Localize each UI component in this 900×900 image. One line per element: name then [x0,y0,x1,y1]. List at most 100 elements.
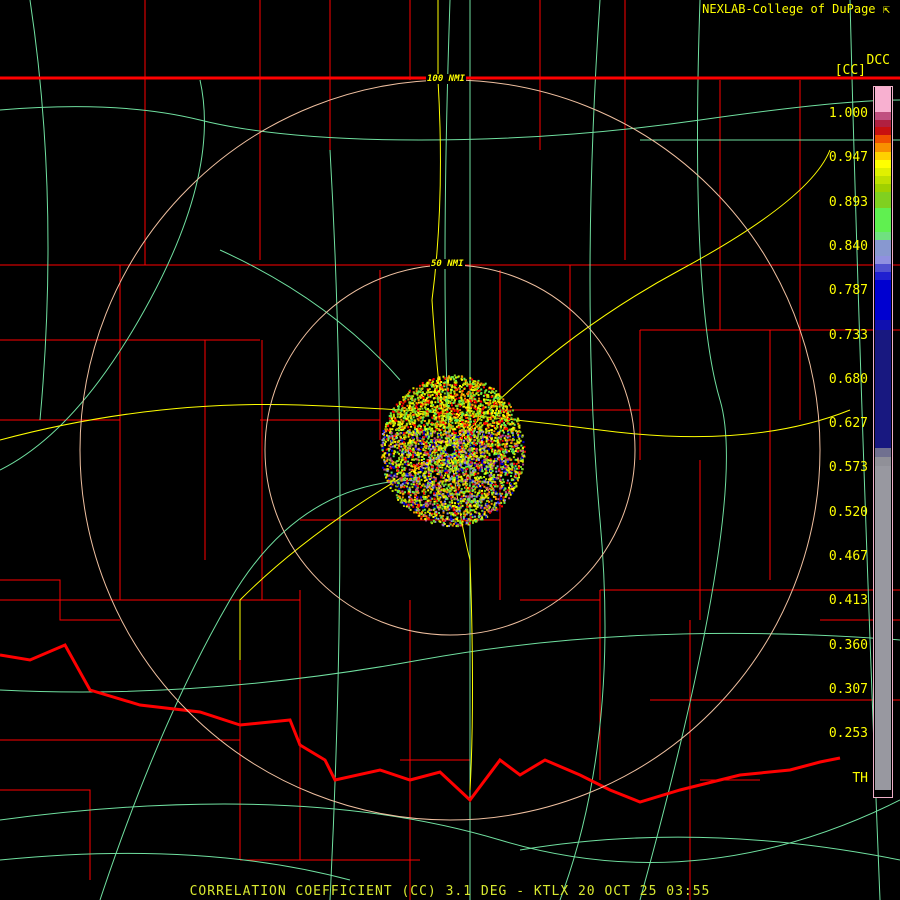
echo-pixel [461,504,464,507]
echo-pixel [484,382,487,385]
echo-pixel [505,468,508,471]
echo-pixel [473,439,476,442]
echo-pixel [478,397,481,400]
echo-pixel [446,488,449,491]
echo-pixel [449,413,452,416]
echo-pixel [391,489,394,492]
echo-pixel [404,400,407,403]
echo-pixel [511,448,514,451]
color-scale-segment [875,135,891,143]
echo-pixel [500,497,503,500]
echo-pixel [433,454,436,457]
echo-pixel [462,419,465,422]
echo-pixel [451,505,454,508]
echo-pixel [461,437,464,440]
echo-pixel [400,407,403,410]
echo-pixel [481,489,484,492]
echo-pixel [471,450,474,453]
echo-pixel [440,476,443,479]
echo-pixel [400,401,403,404]
echo-pixel [470,501,473,504]
echo-pixel [392,425,395,428]
radar-map[interactable] [0,0,900,900]
echo-pixel [469,453,472,456]
echo-pixel [417,491,420,494]
echo-pixel [474,469,477,472]
echo-pixel [501,439,504,442]
echo-pixel [442,488,445,491]
echo-pixel [497,446,500,449]
echo-pixel [464,519,467,522]
echo-pixel [438,511,441,514]
echo-pixel [425,391,428,394]
echo-pixel [482,416,485,419]
echo-pixel [402,441,405,444]
echo-pixel [452,506,455,509]
echo-pixel [455,498,458,501]
echo-pixel [420,459,423,462]
echo-pixel [481,470,484,473]
echo-pixel [464,513,467,516]
echo-pixel [415,428,418,431]
echo-pixel [389,428,392,431]
echo-pixel [430,401,433,404]
echo-pixel [464,435,467,438]
echo-pixel [436,436,439,439]
echo-pixel [457,444,460,447]
echo-pixel [401,490,404,493]
echo-pixel [456,493,459,496]
echo-pixel [449,470,452,473]
echo-pixel [447,455,450,458]
echo-pixel [421,384,424,387]
echo-pixel [422,442,425,445]
echo-pixel [457,426,460,429]
echo-pixel [481,453,484,456]
echo-pixel [431,466,434,469]
echo-pixel [434,401,437,404]
echo-pixel [401,493,404,496]
echo-pixel [407,463,410,466]
echo-pixel [427,471,430,474]
echo-pixel [440,436,443,439]
echo-pixel [521,434,524,437]
echo-pixel [440,450,443,453]
echo-pixel [404,477,407,480]
product-caption: CORRELATION COEFFICIENT (CC) 3.1 DEG - K… [189,884,711,899]
echo-pixel [419,452,422,455]
echo-pixel [447,392,450,395]
echo-pixel [401,455,404,458]
echo-pixel [467,421,470,424]
color-scale-tick: 0.307 [828,681,868,697]
echo-pixel [442,415,445,418]
echo-pixel [435,379,438,382]
echo-pixel [433,437,436,440]
echo-pixel [442,450,445,453]
echo-pixel [476,482,479,485]
echo-pixel [386,457,389,460]
echo-pixel [459,422,462,425]
echo-pixel [453,419,456,422]
echo-pixel [420,394,423,397]
echo-pixel [409,414,412,417]
echo-pixel [479,421,482,424]
echo-pixel [487,478,490,481]
echo-pixel [487,394,490,397]
echo-pixel [472,489,475,492]
echo-pixel [433,492,436,495]
echo-pixel [459,409,462,412]
echo-pixel [427,420,430,423]
echo-pixel [449,388,452,391]
echo-pixel [519,431,522,434]
echo-pixel [452,425,455,428]
echo-pixel [394,417,397,420]
echo-pixel [446,460,449,463]
echo-pixel [407,415,410,418]
echo-pixel [501,429,504,432]
echo-pixel [414,465,417,468]
echo-pixel [454,388,457,391]
echo-pixel [406,449,409,452]
echo-pixel [419,501,422,504]
echo-pixel [471,494,474,497]
echo-pixel [389,487,392,490]
echo-pixel [460,495,463,498]
